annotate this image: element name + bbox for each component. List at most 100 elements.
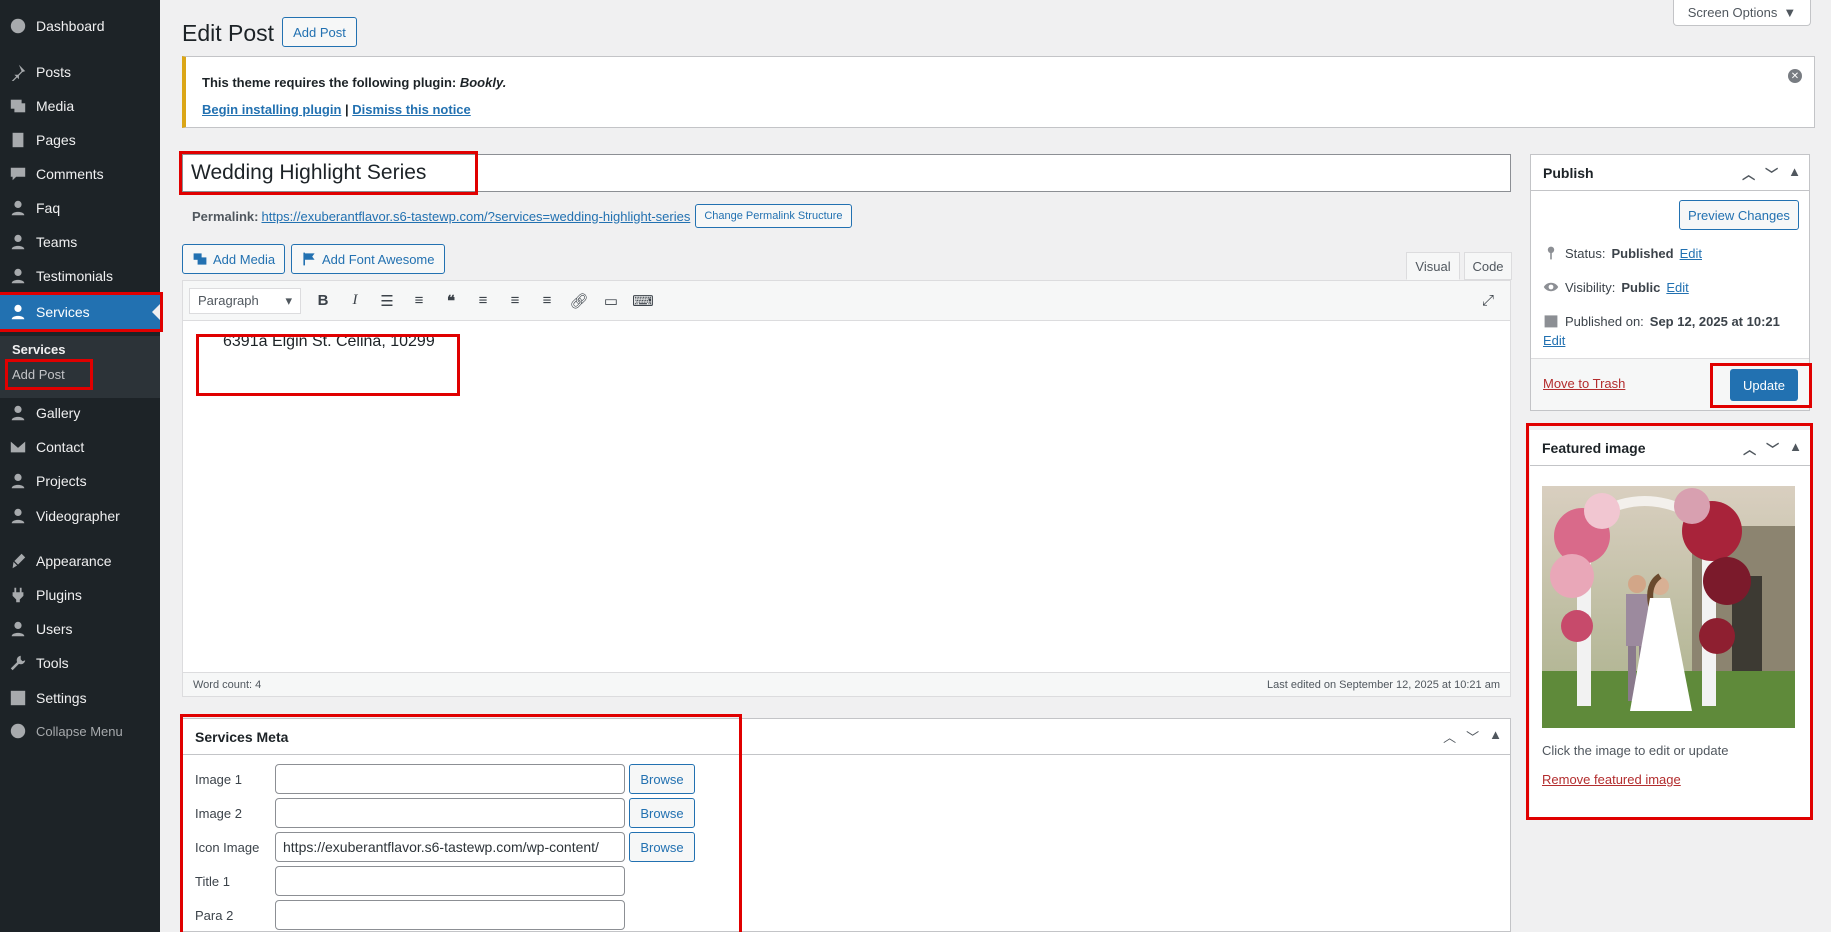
align-center-icon[interactable]: ≡	[499, 286, 531, 316]
user-icon	[0, 199, 36, 217]
fullscreen-icon[interactable]: ⤢	[1472, 286, 1504, 316]
permalink-row: Permalink: https://exuberantflavor.s6-ta…	[192, 204, 852, 228]
content-highlight	[196, 334, 460, 396]
format-select[interactable]: Paragraph ▾	[189, 287, 301, 314]
services-submenu: Services Add Post	[0, 336, 160, 398]
editor-toolbar: Paragraph ▾ B I ☰ ≡ ❝ ≡ ≡ ≡ 🔗︎ ▭ ⌨ ⤢	[183, 281, 1510, 321]
collapse-icon	[0, 722, 36, 740]
services-meta-highlight	[180, 714, 742, 932]
pages-icon	[0, 131, 36, 149]
chevron-up-icon[interactable]: ︿	[1742, 164, 1755, 183]
brush-icon	[0, 552, 36, 570]
mail-icon	[0, 438, 36, 456]
title-highlight	[179, 151, 478, 195]
submenu-services[interactable]: Services	[12, 342, 66, 357]
flag-icon	[303, 252, 315, 266]
pin-icon	[1547, 246, 1555, 260]
add-post-button[interactable]: Add Post	[282, 17, 357, 47]
calendar-icon	[1544, 315, 1558, 328]
dismiss-notice-link[interactable]: Dismiss this notice	[352, 102, 470, 117]
align-right-icon[interactable]: ≡	[531, 286, 563, 316]
published-row: Published on: Sep 12, 2025 at 10:21	[1543, 313, 1793, 329]
menu-teams[interactable]: Teams	[0, 225, 160, 259]
editor-status-bar: Word count: 4 Last edited on September 1…	[183, 672, 1510, 696]
pin-icon	[0, 63, 36, 81]
chevron-up-icon[interactable]: ︿	[1443, 727, 1456, 746]
menu-settings[interactable]: Settings	[0, 681, 160, 715]
menu-contact[interactable]: Contact	[0, 430, 160, 464]
menu-appearance[interactable]: Appearance	[0, 544, 160, 578]
tab-visual[interactable]: Visual	[1406, 252, 1460, 280]
link-icon[interactable]: 🔗︎	[563, 286, 595, 316]
menu-services[interactable]: Services	[0, 292, 163, 332]
visibility-row: Visibility: Public Edit	[1543, 279, 1689, 295]
keyboard-icon[interactable]: ⌨	[627, 286, 659, 316]
chevron-down-icon[interactable]: ﹀	[1466, 727, 1479, 746]
plugin-icon	[0, 586, 36, 604]
menu-plugins[interactable]: Plugins	[0, 578, 160, 612]
page-title: Edit Post	[182, 20, 275, 46]
settings-icon	[0, 689, 36, 707]
last-edited: Last edited on September 12, 2025 at 10:…	[1267, 678, 1500, 691]
comment-icon	[0, 165, 36, 183]
menu-dashboard[interactable]: Dashboard	[0, 9, 160, 43]
screen-options-button[interactable]: Screen Options ▼	[1673, 0, 1811, 26]
menu-posts[interactable]: Posts	[0, 55, 160, 89]
user-icon	[0, 267, 36, 285]
read-more-icon[interactable]: ▭	[595, 286, 627, 316]
word-count: Word count: 4	[193, 678, 262, 691]
user-icon	[0, 472, 36, 490]
menu-videographer[interactable]: Videographer	[0, 499, 160, 533]
user-icon	[0, 233, 36, 251]
change-permalink-button[interactable]: Change Permalink Structure	[695, 204, 852, 228]
plugin-notice: This theme requires the following plugin…	[182, 56, 1815, 128]
caret-down-icon: ▾	[285, 292, 292, 308]
toggle-icon[interactable]: ▲	[1489, 727, 1502, 746]
media-icon	[0, 97, 36, 115]
submenu-add-post[interactable]: Add Post	[5, 359, 93, 390]
close-icon[interactable]: ✕	[1788, 69, 1802, 83]
menu-media[interactable]: Media	[0, 89, 160, 123]
edit-date-link[interactable]: Edit	[1543, 333, 1565, 348]
preview-changes-button[interactable]: Preview Changes	[1679, 200, 1799, 230]
tab-code[interactable]: Code	[1464, 252, 1512, 280]
menu-projects[interactable]: Projects	[0, 464, 160, 498]
permalink-link[interactable]: https://exuberantflavor.s6-tastewp.com/?…	[261, 209, 690, 224]
featured-highlight	[1526, 423, 1813, 820]
user-icon	[0, 404, 36, 422]
menu-tools[interactable]: Tools	[0, 646, 160, 680]
move-to-trash-link[interactable]: Move to Trash	[1543, 376, 1625, 391]
menu-testimonials[interactable]: Testimonials	[0, 259, 160, 293]
align-left-icon[interactable]: ≡	[467, 286, 499, 316]
bold-icon[interactable]: B	[307, 286, 339, 316]
update-highlight	[1710, 363, 1812, 408]
edit-visibility-link[interactable]: Edit	[1666, 280, 1688, 295]
publish-title: Publish	[1543, 164, 1594, 181]
media-icon	[193, 253, 207, 265]
chevron-down-icon[interactable]: ﹀	[1765, 164, 1778, 183]
bullet-list-icon[interactable]: ☰	[371, 286, 403, 316]
wrench-icon	[0, 654, 36, 672]
status-row: Status: Published Edit	[1543, 245, 1702, 261]
numbered-list-icon[interactable]: ≡	[403, 286, 435, 316]
add-font-awesome-button[interactable]: Add Font Awesome	[291, 244, 445, 274]
edit-status-link[interactable]: Edit	[1680, 246, 1702, 261]
menu-pages[interactable]: Pages	[0, 123, 160, 157]
user-icon	[0, 620, 36, 638]
dashboard-icon	[0, 17, 36, 35]
begin-installing-link[interactable]: Begin installing plugin	[202, 102, 341, 117]
italic-icon[interactable]: I	[339, 286, 371, 316]
blockquote-icon[interactable]: ❝	[435, 286, 467, 316]
eye-icon	[1543, 282, 1559, 292]
menu-comments[interactable]: Comments	[0, 157, 160, 191]
menu-gallery[interactable]: Gallery	[0, 396, 160, 430]
collapse-menu[interactable]: Collapse Menu	[0, 714, 160, 748]
caret-down-icon: ▼	[1783, 5, 1797, 20]
menu-users[interactable]: Users	[0, 612, 160, 646]
toggle-icon[interactable]: ▲	[1788, 164, 1801, 183]
plugin-name: Bookly.	[459, 75, 507, 90]
menu-faq[interactable]: Faq	[0, 191, 160, 225]
add-media-button[interactable]: Add Media	[182, 244, 286, 274]
user-icon	[0, 303, 36, 321]
admin-sidebar: Dashboard Posts Media Pages Comments Faq…	[0, 0, 163, 932]
